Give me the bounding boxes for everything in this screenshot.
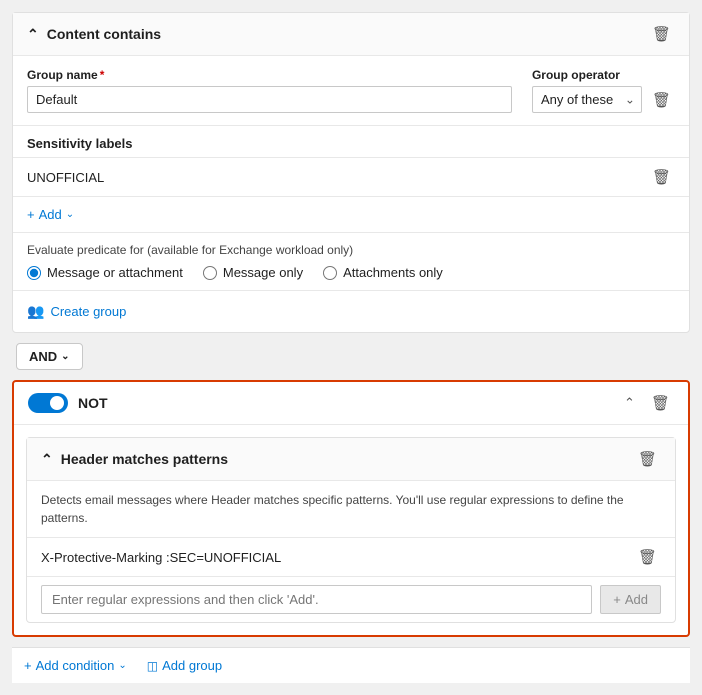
add-icon: + bbox=[27, 207, 35, 222]
add-condition-chevron-icon: ⌄ bbox=[118, 660, 126, 671]
group-operator-wrapper: Any of these All of these 🗑 bbox=[532, 86, 675, 113]
not-panel-collapse-button[interactable]: ⌃ bbox=[620, 393, 639, 413]
header-matches-description: Detects email messages where Header matc… bbox=[27, 481, 675, 538]
not-panel-delete-button[interactable]: 🗑 bbox=[647, 392, 674, 414]
regex-add-label: Add bbox=[625, 592, 648, 607]
and-button-wrapper: AND ⌄ bbox=[12, 343, 690, 370]
add-condition-label: Add condition bbox=[36, 658, 115, 673]
radio-message-only[interactable]: Message only bbox=[203, 265, 303, 280]
regex-input[interactable] bbox=[41, 585, 592, 614]
group-operator-delete-button[interactable]: 🗑 bbox=[648, 89, 675, 111]
sensitivity-label-delete-button[interactable]: 🗑 bbox=[648, 166, 675, 188]
content-contains-card: ⌃ Content contains 🗑 Group name* Group o… bbox=[12, 12, 690, 333]
regex-add-plus-icon: + bbox=[613, 592, 621, 607]
radio-attach-only-label: Attachments only bbox=[343, 265, 443, 280]
regex-input-row: + Add bbox=[27, 577, 675, 622]
header-matches-title-group: ⌃ Header matches patterns bbox=[41, 451, 228, 468]
not-label: NOT bbox=[78, 395, 108, 411]
radio-message-or-attachment[interactable]: Message or attachment bbox=[27, 265, 183, 280]
group-operator-label: Group operator bbox=[532, 68, 675, 82]
bottom-bar: + Add condition ⌄ ◫ Add group bbox=[12, 647, 690, 683]
radio-attach-only-input[interactable] bbox=[323, 266, 337, 280]
pattern-item-value: X-Protective-Marking :SEC=UNOFFICIAL bbox=[41, 550, 281, 565]
radio-msg-attach-input[interactable] bbox=[27, 266, 41, 280]
create-group-button[interactable]: 👥 Create group bbox=[27, 301, 126, 322]
add-sensitivity-button[interactable]: + Add ⌄ bbox=[27, 205, 74, 224]
evaluate-predicate-label: Evaluate predicate for (available for Ex… bbox=[27, 243, 675, 257]
group-name-input[interactable] bbox=[27, 86, 512, 113]
radio-attachments-only[interactable]: Attachments only bbox=[323, 265, 443, 280]
content-contains-header: ⌃ Content contains 🗑 bbox=[13, 13, 689, 56]
evaluate-predicate-section: Evaluate predicate for (available for Ex… bbox=[13, 233, 689, 291]
regex-add-button[interactable]: + Add bbox=[600, 585, 661, 614]
add-condition-button[interactable]: + Add condition ⌄ bbox=[24, 658, 127, 673]
radio-msg-only-input[interactable] bbox=[203, 266, 217, 280]
not-toggle[interactable] bbox=[28, 393, 68, 413]
not-header-left: NOT bbox=[28, 393, 108, 413]
sensitivity-label-value: UNOFFICIAL bbox=[27, 170, 104, 185]
group-operator-section: Group operator Any of these All of these… bbox=[532, 68, 675, 113]
and-button[interactable]: AND ⌄ bbox=[16, 343, 83, 370]
group-name-field: Group name* bbox=[27, 68, 512, 113]
add-condition-plus-icon: + bbox=[24, 658, 32, 673]
not-toggle-slider bbox=[28, 393, 68, 413]
pattern-item-row: X-Protective-Marking :SEC=UNOFFICIAL 🗑 bbox=[27, 538, 675, 577]
header-matches-delete-button[interactable]: 🗑 bbox=[634, 448, 661, 470]
sensitivity-labels-heading: Sensitivity labels bbox=[13, 126, 689, 158]
radio-msg-attach-label: Message or attachment bbox=[47, 265, 183, 280]
group-name-label: Group name* bbox=[27, 68, 512, 82]
add-group-icon: ◫ bbox=[147, 659, 158, 673]
and-chevron-icon: ⌄ bbox=[61, 351, 69, 362]
header-matches-header: ⌃ Header matches patterns 🗑 bbox=[27, 438, 675, 481]
add-chevron-icon: ⌄ bbox=[66, 209, 74, 220]
create-group-row: 👥 Create group bbox=[13, 291, 689, 332]
add-group-button[interactable]: ◫ Add group bbox=[147, 658, 222, 673]
create-group-label: Create group bbox=[50, 304, 126, 319]
add-group-label: Add group bbox=[162, 658, 222, 673]
content-contains-title: Content contains bbox=[47, 26, 161, 42]
group-operator-select[interactable]: Any of these All of these bbox=[532, 86, 642, 113]
radio-group: Message or attachment Message only Attac… bbox=[27, 265, 675, 280]
pattern-item-delete-button[interactable]: 🗑 bbox=[634, 546, 661, 568]
group-name-operator-row: Group name* Group operator Any of these … bbox=[13, 56, 689, 126]
and-label: AND bbox=[29, 349, 57, 364]
create-group-icon: 👥 bbox=[27, 303, 44, 320]
not-panel: NOT ⌃ 🗑 ⌃ Header matches patterns 🗑 Dete… bbox=[12, 380, 690, 637]
collapse-chevron-icon[interactable]: ⌃ bbox=[27, 26, 39, 43]
content-contains-delete-button[interactable]: 🗑 bbox=[648, 23, 675, 45]
sensitivity-label-item: UNOFFICIAL 🗑 bbox=[13, 158, 689, 197]
content-contains-title-group: ⌃ Content contains bbox=[27, 26, 161, 43]
header-matches-chevron-icon[interactable]: ⌃ bbox=[41, 451, 53, 468]
add-label: Add bbox=[39, 207, 62, 222]
group-operator-dropdown-wrapper: Any of these All of these bbox=[532, 86, 642, 113]
not-header: NOT ⌃ 🗑 bbox=[14, 382, 688, 425]
radio-msg-only-label: Message only bbox=[223, 265, 303, 280]
add-button-row: + Add ⌄ bbox=[13, 197, 689, 233]
header-matches-title: Header matches patterns bbox=[61, 451, 228, 467]
not-header-right: ⌃ 🗑 bbox=[620, 392, 674, 414]
header-matches-card: ⌃ Header matches patterns 🗑 Detects emai… bbox=[26, 437, 676, 623]
